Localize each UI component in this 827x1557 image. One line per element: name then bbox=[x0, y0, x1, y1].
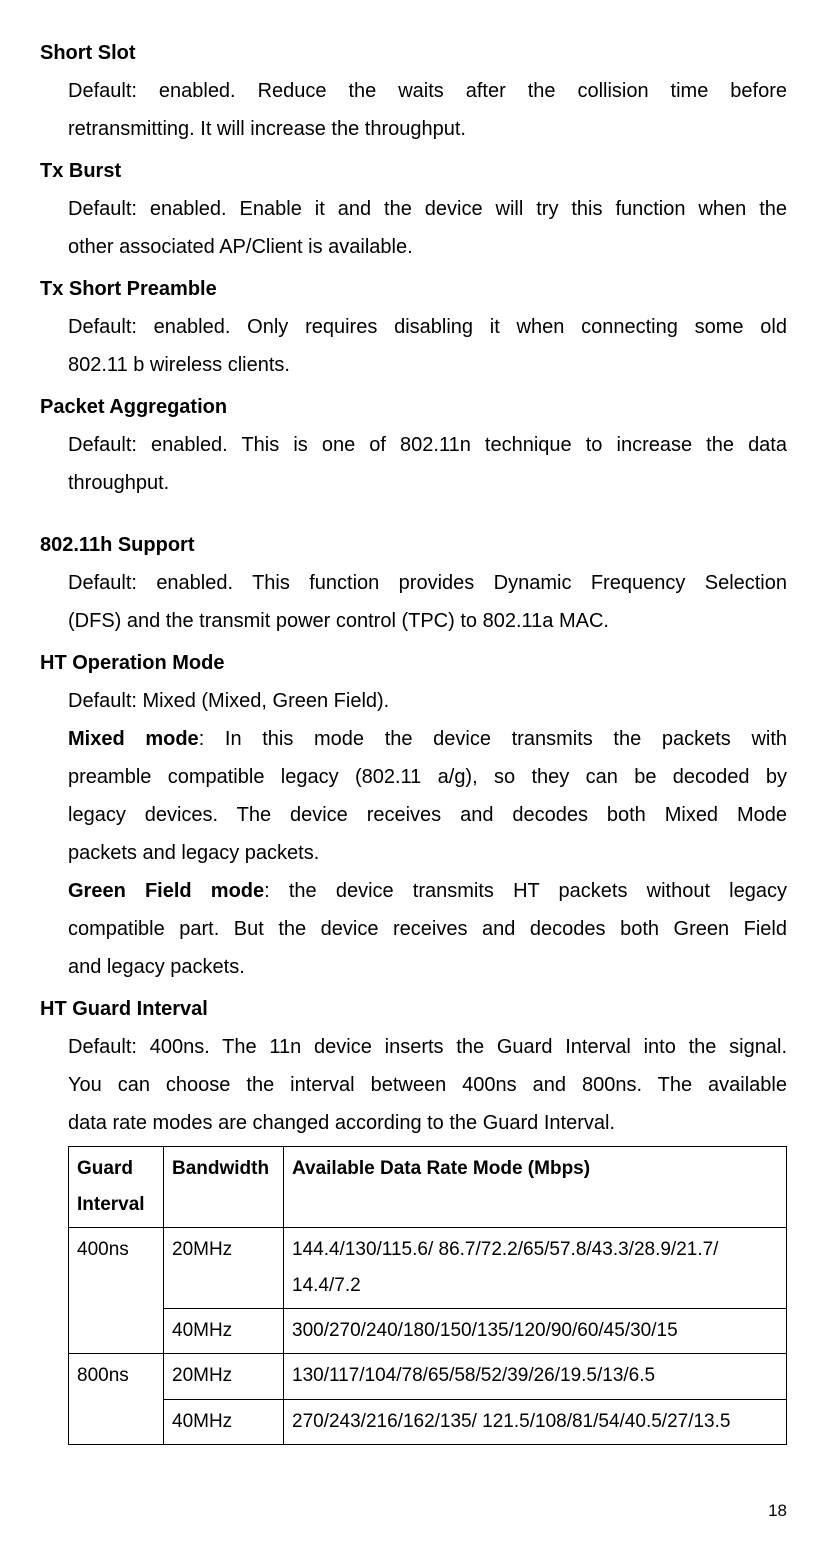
section-text: and legacy packets. bbox=[68, 948, 787, 986]
table-cell-bandwidth: 20MHz bbox=[164, 1354, 284, 1399]
section-heading-packet-aggregation: Packet Aggregation bbox=[40, 388, 787, 426]
section-heading-80211h: 802.11h Support bbox=[40, 526, 787, 564]
table-header-bandwidth: Bandwidth bbox=[164, 1147, 284, 1228]
section-text: other associated AP/Client is available. bbox=[68, 228, 787, 266]
table-cell-bandwidth: 40MHz bbox=[164, 1309, 284, 1354]
section-text: legacy devices. The device receives and … bbox=[68, 796, 787, 834]
section-text: Default: enabled. This is one of 802.11n… bbox=[68, 426, 787, 464]
section-text: throughput. bbox=[68, 464, 787, 502]
section-text: Default: 400ns. The 11n device inserts t… bbox=[68, 1028, 787, 1066]
table-cell-rate: 270/243/216/162/135/ 121.5/108/81/54/40.… bbox=[284, 1399, 787, 1444]
section-text: Green Field mode: the device transmits H… bbox=[68, 872, 787, 910]
section-text: Default: enabled. Reduce the waits after… bbox=[68, 72, 787, 110]
data-rate-table: Guard Interval Bandwidth Available Data … bbox=[68, 1146, 787, 1445]
section-heading-short-slot: Short Slot bbox=[40, 34, 787, 72]
table-header-row: Guard Interval Bandwidth Available Data … bbox=[69, 1147, 787, 1228]
section-text: Mixed mode: In this mode the device tran… bbox=[68, 720, 787, 758]
table-cell-rate: 300/270/240/180/150/135/120/90/60/45/30/… bbox=[284, 1309, 787, 1354]
table-cell-bandwidth: 40MHz bbox=[164, 1399, 284, 1444]
section-text: Default: enabled. Enable it and the devi… bbox=[68, 190, 787, 228]
table-row: 40MHz 300/270/240/180/150/135/120/90/60/… bbox=[69, 1309, 787, 1354]
section-text: compatible part. But the device receives… bbox=[68, 910, 787, 948]
section-heading-tx-burst: Tx Burst bbox=[40, 152, 787, 190]
section-text: (DFS) and the transmit power control (TP… bbox=[68, 602, 787, 640]
section-text: Default: Mixed (Mixed, Green Field). bbox=[68, 682, 787, 720]
section-heading-ht-operation-mode: HT Operation Mode bbox=[40, 644, 787, 682]
table-cell-rate: 130/117/104/78/65/58/52/39/26/19.5/13/6.… bbox=[284, 1354, 787, 1399]
table-cell-guard: 400ns bbox=[69, 1228, 164, 1354]
section-text: You can choose the interval between 400n… bbox=[68, 1066, 787, 1104]
section-text: 802.11 b wireless clients. bbox=[68, 346, 787, 384]
table-header-rate: Available Data Rate Mode (Mbps) bbox=[284, 1147, 787, 1228]
table-row: 40MHz 270/243/216/162/135/ 121.5/108/81/… bbox=[69, 1399, 787, 1444]
table-row: 400ns 20MHz 144.4/130/115.6/ 86.7/72.2/6… bbox=[69, 1228, 787, 1309]
section-text: preamble compatible legacy (802.11 a/g),… bbox=[68, 758, 787, 796]
mixed-mode-text: : In this mode the device transmits the … bbox=[199, 728, 787, 750]
section-text: data rate modes are changed according to… bbox=[68, 1104, 787, 1142]
section-heading-tx-short-preamble: Tx Short Preamble bbox=[40, 270, 787, 308]
section-text: Default: enabled. Only requires disablin… bbox=[68, 308, 787, 346]
table-cell-bandwidth: 20MHz bbox=[164, 1228, 284, 1309]
page-number: 18 bbox=[40, 1495, 787, 1527]
mixed-mode-label: Mixed mode bbox=[68, 728, 199, 750]
section-text: retransmitting. It will increase the thr… bbox=[68, 110, 787, 148]
table-cell-guard: 800ns bbox=[69, 1354, 164, 1444]
section-text: Default: enabled. This function provides… bbox=[68, 564, 787, 602]
green-field-label: Green Field mode bbox=[68, 880, 264, 902]
table-row: 800ns 20MHz 130/117/104/78/65/58/52/39/2… bbox=[69, 1354, 787, 1399]
green-field-text: : the device transmits HT packets withou… bbox=[264, 880, 787, 902]
table-cell-rate: 144.4/130/115.6/ 86.7/72.2/65/57.8/43.3/… bbox=[284, 1228, 787, 1309]
section-text: packets and legacy packets. bbox=[68, 834, 787, 872]
table-header-guard: Guard Interval bbox=[69, 1147, 164, 1228]
section-heading-ht-guard-interval: HT Guard Interval bbox=[40, 990, 787, 1028]
